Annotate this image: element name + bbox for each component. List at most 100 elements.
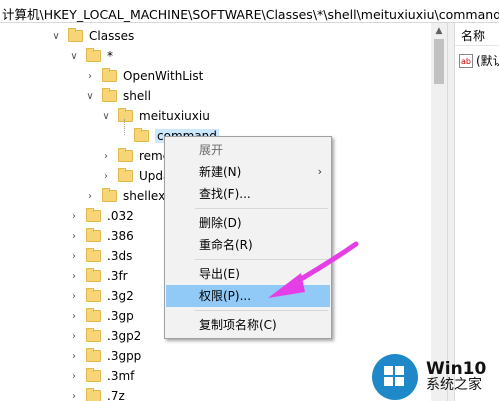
folder-icon — [102, 188, 117, 202]
tree-item-label: .3g2 — [107, 289, 134, 303]
tree-item-label: .3ds — [107, 249, 133, 263]
menu-item-delete[interactable]: 删除(D) — [166, 212, 330, 234]
tree-item-3fr[interactable]: › .3fr — [68, 266, 128, 286]
chevron-right-icon[interactable]: › — [68, 250, 80, 262]
tree-item-classes[interactable]: ∨ Classes — [50, 26, 134, 46]
tree-item-upda[interactable]: › Upda — [100, 166, 170, 186]
menu-item-new[interactable]: 新建(N) › — [166, 161, 330, 183]
tree-scrollbar[interactable]: ▲ — [431, 23, 447, 401]
tree-item-7z[interactable]: › .7z — [68, 386, 125, 401]
folder-icon — [102, 68, 117, 82]
chevron-right-icon[interactable]: › — [84, 70, 96, 82]
folder-icon — [86, 328, 101, 342]
scrollbar-thumb[interactable] — [434, 39, 444, 84]
folder-icon — [86, 248, 101, 262]
menu-item-permissions[interactable]: 权限(P)... — [166, 285, 330, 307]
chevron-right-icon[interactable]: › — [84, 190, 96, 202]
folder-icon — [68, 28, 83, 42]
tree-item-label: Classes — [89, 29, 135, 43]
string-value-icon: ab — [459, 53, 473, 68]
folder-icon — [102, 88, 117, 102]
value-name: (默认 — [476, 54, 499, 68]
folder-icon — [86, 368, 101, 382]
folder-icon — [86, 268, 101, 282]
tree-connector — [124, 119, 125, 135]
tree-item-label: .3gp — [107, 309, 134, 323]
tree-item-3gp[interactable]: › .3gp — [68, 306, 134, 326]
tree-item-meituxiuxiu[interactable]: ∨ meituxiuxiu — [100, 106, 210, 126]
menu-item-expand[interactable]: 展开 — [166, 139, 330, 161]
chevron-down-icon[interactable]: ∨ — [68, 50, 80, 62]
watermark-line2: 系统之家 — [426, 377, 482, 393]
folder-icon — [118, 148, 133, 162]
tree-item-3mf[interactable]: › .3mf — [68, 366, 134, 386]
tree-item-3gpp[interactable]: › .3gpp — [68, 346, 141, 366]
tree-item-3ds[interactable]: › .3ds — [68, 246, 132, 266]
tree-item-label: .032 — [107, 209, 134, 223]
folder-icon — [118, 168, 133, 182]
folder-icon — [134, 128, 149, 142]
chevron-down-icon[interactable]: ∨ — [84, 90, 96, 102]
folder-icon — [86, 48, 101, 62]
folder-icon — [86, 308, 101, 322]
menu-separator — [195, 208, 328, 209]
chevron-right-icon[interactable]: › — [68, 230, 80, 242]
address-bar[interactable]: 计算机\HKEY_LOCAL_MACHINE\SOFTWARE\Classes\… — [0, 0, 499, 23]
tree-item-label: meituxiuxiu — [139, 109, 210, 123]
tree-item-label: OpenWithList — [123, 69, 204, 83]
win10-logo-icon — [372, 354, 418, 400]
address-path: 计算机\HKEY_LOCAL_MACHINE\SOFTWARE\Classes\… — [2, 7, 499, 22]
menu-item-rename[interactable]: 重命名(R) — [166, 234, 330, 256]
tree-item-remc[interactable]: › remc — [100, 146, 169, 166]
scroll-up-icon[interactable]: ▲ — [431, 23, 447, 39]
tree-item-label: .3gp2 — [107, 329, 142, 343]
value-row-default[interactable]: ab (默认 — [459, 52, 499, 69]
chevron-right-icon[interactable]: › — [68, 310, 80, 322]
chevron-right-icon[interactable]: › — [68, 290, 80, 302]
chevron-right-icon[interactable]: › — [68, 370, 80, 382]
submenu-arrow-icon: › — [317, 165, 322, 178]
menu-separator — [195, 259, 328, 260]
tree-item-label: .3fr — [107, 269, 128, 283]
chevron-down-icon[interactable]: ∨ — [100, 110, 112, 122]
tree-item-label: .3mf — [107, 369, 135, 383]
values-panel: 名称 ab (默认 — [455, 23, 499, 401]
chevron-right-icon[interactable]: › — [100, 170, 112, 182]
tree-item-shell[interactable]: ∨ shell — [84, 86, 151, 106]
context-menu: 展开 新建(N) › 查找(F)... 删除(D) 重命名(R) 导出(E) 权… — [164, 136, 332, 339]
tree-item-label: * — [107, 49, 113, 63]
tree-item-386[interactable]: › .386 — [68, 226, 134, 246]
chevron-right-icon[interactable]: › — [100, 150, 112, 162]
chevron-right-icon[interactable]: › — [68, 390, 80, 401]
tree-item-label: .386 — [107, 229, 134, 243]
tree-item-032[interactable]: › .032 — [68, 206, 134, 226]
menu-item-copy-key-name[interactable]: 复制项名称(C) — [166, 314, 330, 336]
menu-item-export[interactable]: 导出(E) — [166, 263, 330, 285]
chevron-right-icon[interactable]: › — [68, 270, 80, 282]
chevron-right-icon[interactable]: › — [68, 350, 80, 362]
folder-icon — [86, 208, 101, 222]
tree-item-star[interactable]: ∨ * — [68, 46, 113, 66]
tree-item-3g2[interactable]: › .3g2 — [68, 286, 134, 306]
folder-icon — [86, 348, 101, 362]
folder-icon — [118, 108, 133, 122]
folder-icon — [86, 288, 101, 302]
tree-item-3gp2[interactable]: › .3gp2 — [68, 326, 141, 346]
menu-separator — [195, 310, 328, 311]
chevron-right-icon[interactable]: › — [68, 330, 80, 342]
tree-item-label: shell — [123, 89, 151, 103]
watermark-line1: Win10 — [426, 359, 487, 379]
name-column-header[interactable]: 名称 — [455, 23, 499, 46]
tree-item-label: shellex — [123, 189, 166, 203]
chevron-down-icon[interactable]: ∨ — [50, 30, 62, 42]
chevron-right-icon[interactable]: › — [68, 210, 80, 222]
pane-splitter[interactable] — [447, 23, 455, 401]
watermark: Win10 系统之家 — [372, 354, 486, 400]
tree-item-label: .3gpp — [107, 349, 142, 363]
folder-icon — [86, 388, 101, 401]
menu-item-find[interactable]: 查找(F)... — [166, 183, 330, 205]
tree-item-shellex[interactable]: › shellex — [84, 186, 165, 206]
tree-item-openwithlist[interactable]: › OpenWithList — [84, 66, 203, 86]
folder-icon — [86, 228, 101, 242]
tree-item-label: .7z — [107, 389, 125, 401]
